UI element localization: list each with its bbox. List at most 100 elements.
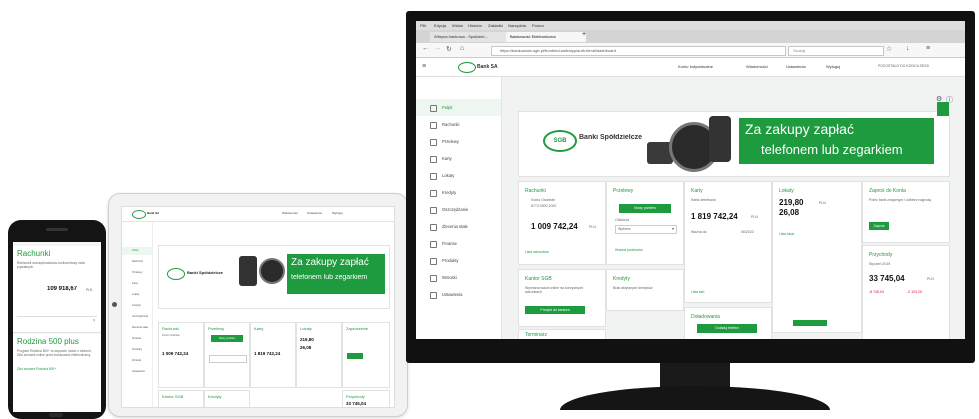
accounts-card[interactable]: Rachunki Rachunek oszczędnościowo-rozlic… bbox=[13, 246, 101, 333]
recipient-label: Odbiorca bbox=[615, 218, 630, 222]
sidebar-item-karty[interactable]: Karty bbox=[416, 150, 501, 167]
tablet-messages[interactable]: Wiadomości bbox=[282, 211, 298, 215]
card-przelewy[interactable]: Przelewy Nowy przelew Odbiorca Wybierz ▾… bbox=[606, 181, 684, 265]
browser-tab-active[interactable]: Bankowość Elektroniczna bbox=[506, 32, 586, 42]
sidebar-item-produkty[interactable]: Produkty bbox=[416, 252, 501, 269]
search-input[interactable]: Szukaj bbox=[788, 46, 884, 56]
menu-item[interactable]: Plik bbox=[420, 23, 426, 28]
family-link[interactable]: Złóż wniosek Rodzina 500+ bbox=[17, 367, 56, 371]
menu-item[interactable]: Zakładki bbox=[488, 23, 503, 28]
new-tab-icon[interactable]: + bbox=[582, 31, 586, 38]
dashboard-main: ⚙ ⓘ SGB Banki Spółdzielcze Za zakupy zap… bbox=[508, 81, 960, 339]
download-icon[interactable]: ↓ bbox=[906, 45, 910, 52]
menu-item[interactable]: Narzędzia bbox=[508, 23, 526, 28]
tablet-card-przychody[interactable]: Przychody 33 745,04 bbox=[342, 390, 390, 407]
forward-icon[interactable]: → bbox=[434, 45, 441, 52]
tablet-logout[interactable]: Wyloguj bbox=[332, 211, 343, 215]
sidebar-item-lokaty[interactable]: Lokaty bbox=[416, 167, 501, 184]
sidebar-item-ustawienia[interactable]: Ustawienia bbox=[416, 286, 501, 303]
sidebar-item-zlecenia[interactable]: Zlecenia stałe bbox=[416, 218, 501, 235]
url-bar[interactable]: https://bankowosc.sgb.pl/frontend-web/ap… bbox=[491, 46, 786, 56]
tablet-sidebar-item[interactable]: Kredyty bbox=[132, 304, 141, 307]
card-lokaty[interactable]: Lokaty 219,80 26,08 PLN Lista lokat bbox=[772, 181, 862, 333]
card-rachunki[interactable]: Rachunki Konto Osobiste 8774 0000 2020 1… bbox=[518, 181, 606, 265]
tablet-recipient-select[interactable] bbox=[209, 355, 247, 363]
menu-hamburger-icon[interactable]: ≡ bbox=[926, 45, 930, 52]
tablet-home-button[interactable] bbox=[112, 302, 117, 307]
card-currency: PLN bbox=[751, 215, 758, 219]
menu-item[interactable]: Historia bbox=[468, 23, 482, 28]
sidebar-item-finanse[interactable]: Finanse bbox=[416, 235, 501, 252]
promo-banner[interactable]: SGB Banki Spółdzielcze Za zakupy zapłać … bbox=[518, 102, 950, 177]
card-kantor[interactable]: Kantor SGB Wymiana walut online na korzy… bbox=[518, 269, 606, 327]
cards-list-link[interactable]: Lista kart bbox=[691, 290, 704, 294]
new-transfer-button[interactable]: Nowy przelew bbox=[619, 204, 671, 213]
tablet-card-kredyty[interactable]: Kredyty bbox=[204, 390, 250, 407]
chevron-right-icon[interactable]: › bbox=[93, 318, 95, 324]
card-kredyty[interactable]: Kredyty Brak aktywnych kredytów bbox=[606, 269, 684, 311]
sidebar-item-kredyty[interactable]: Kredyty bbox=[416, 184, 501, 201]
tablet-sidebar-item[interactable]: Karty bbox=[132, 282, 138, 285]
tablet-card-zaproszenie[interactable]: Zaproszenie bbox=[342, 322, 390, 388]
menu-item[interactable]: Pomoc bbox=[532, 23, 544, 28]
tablet-card-kantor[interactable]: Kantor SGB bbox=[158, 390, 204, 407]
tablet-przychody-amount: 33 745,04 bbox=[346, 401, 367, 406]
recipient-select[interactable]: Wybierz ▾ bbox=[615, 225, 677, 234]
tablet-sidebar-item[interactable]: Produkty bbox=[132, 348, 142, 351]
tablet-card-przelewy[interactable]: Przelewy Nowy przelew bbox=[204, 322, 250, 388]
family-500-card[interactable]: Rodzina 500 plus Program Rodzina 500+ to… bbox=[13, 334, 101, 412]
tablet-sidebar-item[interactable]: Zlecenia stałe bbox=[132, 326, 148, 329]
tablet-sidebar-item[interactable]: Finanse bbox=[132, 337, 141, 340]
sidebar-item-pulpit[interactable]: Pulpit bbox=[416, 99, 501, 116]
tablet-sidebar-item[interactable]: Lokaty bbox=[132, 293, 140, 296]
hamburger-icon[interactable]: ≡ bbox=[422, 63, 426, 70]
tablet-sidebar-item[interactable]: Oszczędzanie bbox=[132, 315, 148, 318]
tablet-sidebar-item[interactable]: Przelewy bbox=[132, 271, 143, 274]
account-number: 8774 0000 2020 bbox=[531, 204, 557, 208]
tablet-invite-button[interactable] bbox=[347, 353, 363, 359]
menu-item[interactable]: Widok bbox=[452, 23, 463, 28]
deposit-action-button[interactable] bbox=[793, 320, 827, 326]
accounts-icon bbox=[430, 122, 437, 129]
tablet-card-karty[interactable]: Karty 1 819 742,24 bbox=[250, 322, 296, 388]
tablet-banner-green: Za zakupy zapłać telefonem lub zegarkiem bbox=[287, 254, 385, 294]
settings-link[interactable]: Ustawienia bbox=[786, 64, 806, 69]
sidebar-item-rachunki[interactable]: Rachunki bbox=[416, 116, 501, 133]
exchange-button[interactable]: Przejdź do kantora bbox=[525, 306, 585, 314]
card-terminarz[interactable]: Terminarz bbox=[518, 329, 606, 339]
accounts-list-link[interactable]: Lista rachunków bbox=[525, 250, 549, 254]
transfer-history-link[interactable]: Historia przelewów bbox=[615, 248, 643, 252]
menu-item[interactable]: Edycja bbox=[434, 23, 446, 28]
card-doladowania[interactable]: Doładowania Doładuj telefon bbox=[684, 307, 772, 339]
tablet-card-lokaty[interactable]: Lokaty 219,80 26,08 bbox=[296, 322, 342, 388]
deposit-amount-2: 26,08 bbox=[779, 208, 800, 217]
tablet-sidebar-item[interactable]: Rachunki bbox=[132, 260, 143, 263]
tablet-card-rachunki[interactable]: Rachunki Konto Osobiste 1 009 742,24 bbox=[158, 322, 204, 388]
tablet-banner[interactable]: Banki Spółdzielcze Za zakupy zapłać tele… bbox=[158, 245, 390, 309]
home-icon[interactable]: ⌂ bbox=[460, 45, 464, 52]
tablet-card-amount: 1 009 742,24 bbox=[162, 351, 189, 356]
sidebar-item-przelewy[interactable]: Przelewy bbox=[416, 133, 501, 150]
bookmark-star-icon[interactable]: ☆ bbox=[886, 45, 892, 53]
card-karty[interactable]: Karty Karta debetowa 1 819 742,24 PLN Wa… bbox=[684, 181, 772, 303]
standing-order-icon bbox=[430, 224, 437, 231]
tablet-new-transfer-button[interactable]: Nowy przelew bbox=[211, 335, 243, 342]
browser-tab[interactable]: Witryna bankowa - Spółdziel... bbox=[430, 32, 510, 42]
invite-button[interactable]: Zaproś bbox=[869, 222, 889, 230]
sidebar-item-oszczedzanie[interactable]: Oszczędzanie bbox=[416, 201, 501, 218]
logout-link[interactable]: Wyloguj bbox=[826, 64, 840, 69]
chevron-down-icon: ▾ bbox=[671, 226, 674, 231]
card-zaproszenie[interactable]: Zaproś do Konta Poleć bank znajomym i od… bbox=[862, 181, 950, 243]
sidebar-item-wnioski[interactable]: Wnioski bbox=[416, 269, 501, 286]
tablet-sidebar-item[interactable]: Ustawienia bbox=[132, 370, 145, 373]
messages-link[interactable]: Wiadomości bbox=[746, 64, 768, 69]
card-przychody[interactable]: Przychody Styczeń 2019 33 745,04 PLN -8 … bbox=[862, 245, 950, 339]
tablet-sidebar-item[interactable]: Wnioski bbox=[132, 359, 141, 362]
back-icon[interactable]: ← bbox=[422, 45, 429, 52]
tablet-settings[interactable]: Ustawienia bbox=[307, 211, 322, 215]
reload-icon[interactable]: ↻ bbox=[446, 45, 452, 53]
top-up-button[interactable]: Doładuj telefon bbox=[697, 324, 757, 333]
deposits-list-link[interactable]: Lista lokat bbox=[779, 232, 794, 236]
user-account-label[interactable]: Konto Indywidualne bbox=[678, 64, 713, 69]
phone-home-button[interactable] bbox=[49, 413, 63, 417]
